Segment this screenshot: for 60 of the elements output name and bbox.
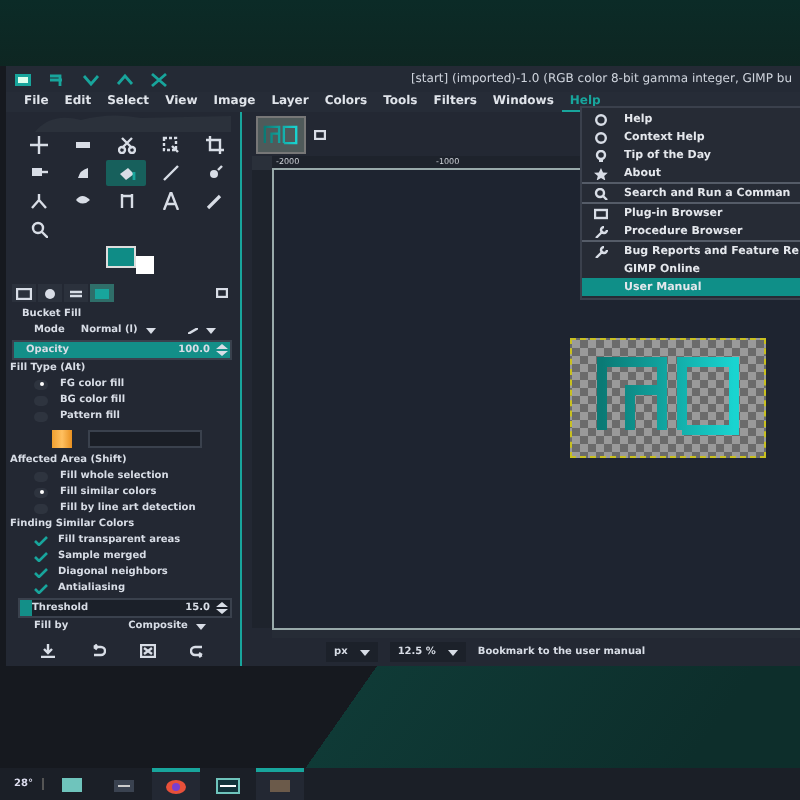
radio-button[interactable] [34,487,48,497]
transform-icon [29,192,47,210]
maximize-icon[interactable] [116,71,134,87]
app-icon[interactable] [14,71,32,87]
spin-arrows-icon[interactable] [216,602,228,614]
zoom-icon [29,220,47,238]
pattern-swatch[interactable] [52,429,72,447]
background-color-swatch[interactable] [136,256,154,274]
bucket-icon [117,164,135,182]
brush-icon [187,327,198,333]
rectangle-icon [73,136,91,154]
lines-icon [68,287,84,299]
caret-icon [195,623,206,629]
window-icon [60,778,85,794]
brush-dropdown[interactable] [187,327,216,333]
search-icon [594,187,608,199]
horizontal-scrollbar[interactable] [272,628,800,638]
move-icon [29,136,47,154]
lightbulb-icon [594,149,608,161]
reset-icon[interactable] [190,644,207,658]
text-icon [161,192,179,210]
logo-drawing [262,121,300,147]
window-icon [112,778,137,794]
dock-tab[interactable] [64,284,88,302]
browser-icon [164,778,189,794]
caret-icon [359,649,370,655]
dock-tab[interactable] [38,284,62,302]
undo-icon[interactable] [89,644,106,658]
image-icon [94,287,110,299]
scissors-icon [117,136,135,154]
star-icon [594,167,608,179]
frame-icon [16,287,32,299]
selection-icon [161,136,179,154]
radio-button[interactable] [34,379,48,389]
brush-icon [205,164,223,182]
close-icon[interactable] [150,71,168,87]
checkbox[interactable] [34,535,48,545]
brush-icon [42,287,58,299]
caret-icon [205,327,216,333]
image-thumbnail[interactable] [256,115,306,153]
checkbox[interactable] [34,551,48,561]
dock-tab[interactable] [12,284,36,302]
save-icon[interactable] [39,644,56,658]
delete-icon[interactable] [140,644,157,658]
image-icon [268,778,293,794]
checkbox[interactable] [34,583,48,593]
tool-button[interactable] [106,160,146,186]
wrench-icon [594,245,608,257]
checkbox[interactable] [34,567,48,577]
foreground-color-swatch[interactable] [106,246,136,268]
menu-icon[interactable] [216,288,228,298]
pencil-icon [161,164,179,182]
minimize-icon[interactable] [82,71,100,87]
pattern-name-field[interactable] [88,429,202,447]
caret-icon [145,327,156,333]
wrench-icon [594,225,608,237]
plug-icon [594,207,608,219]
caret-icon [447,649,458,655]
terminal-icon [216,778,241,794]
crop-icon [205,136,223,154]
